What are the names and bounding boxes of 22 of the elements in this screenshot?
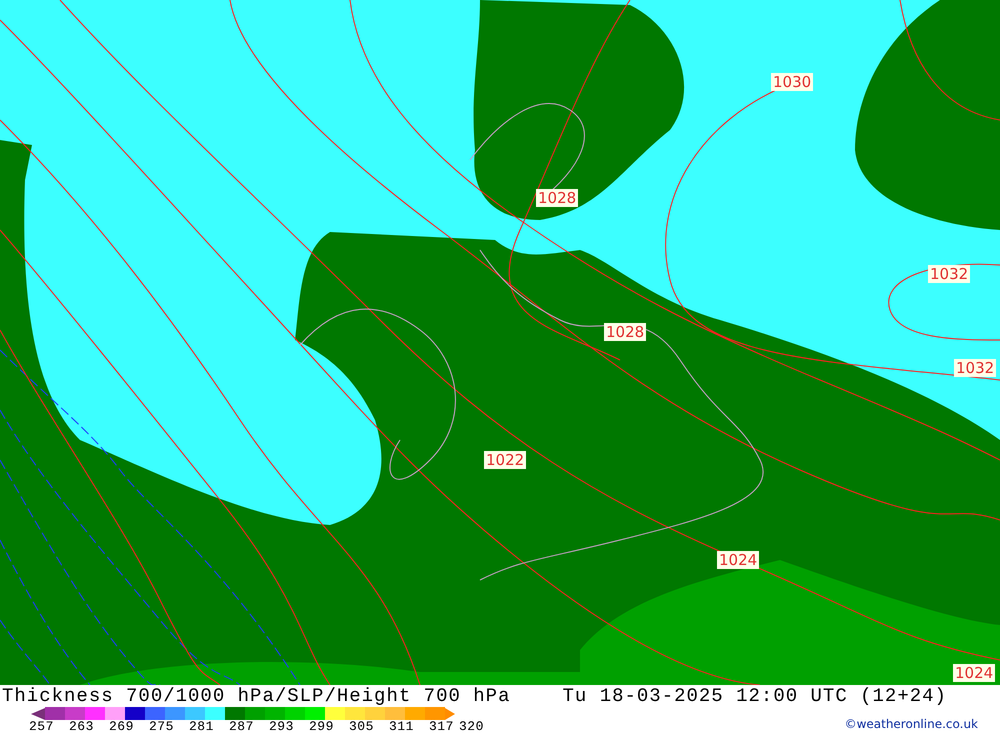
- legend-label: 275: [149, 720, 175, 733]
- isobar-label: 1022: [484, 451, 526, 469]
- credit-text: ©weatheronline.co.uk: [844, 717, 978, 731]
- isobar-label: 1024: [717, 551, 760, 569]
- legend-label: 263: [69, 720, 95, 733]
- isobar-label: 1030: [771, 73, 814, 91]
- isobar-label: 1028: [604, 323, 646, 341]
- legend-label: 299: [309, 720, 335, 733]
- legend-label: 305: [349, 720, 375, 733]
- valid-time: Tu 18-03-2025 12:00 UTC (12+24): [562, 685, 947, 707]
- legend-label: 281: [189, 720, 215, 733]
- legend-label: 269: [109, 720, 135, 733]
- legend-label: 311: [389, 720, 415, 733]
- legend-label: 293: [269, 720, 295, 733]
- legend-label: 257: [29, 720, 55, 733]
- isobar-label: 1032: [928, 265, 970, 283]
- isobar-label: 1032: [954, 359, 996, 377]
- legend-label: 320: [459, 720, 485, 733]
- isobar-label: 1024: [953, 664, 996, 682]
- legend-label: 287: [229, 720, 255, 733]
- chart-title: Thickness 700/1000 hPa/SLP/Height 700 hPa: [2, 685, 510, 707]
- isobar-label: 1028: [536, 189, 578, 207]
